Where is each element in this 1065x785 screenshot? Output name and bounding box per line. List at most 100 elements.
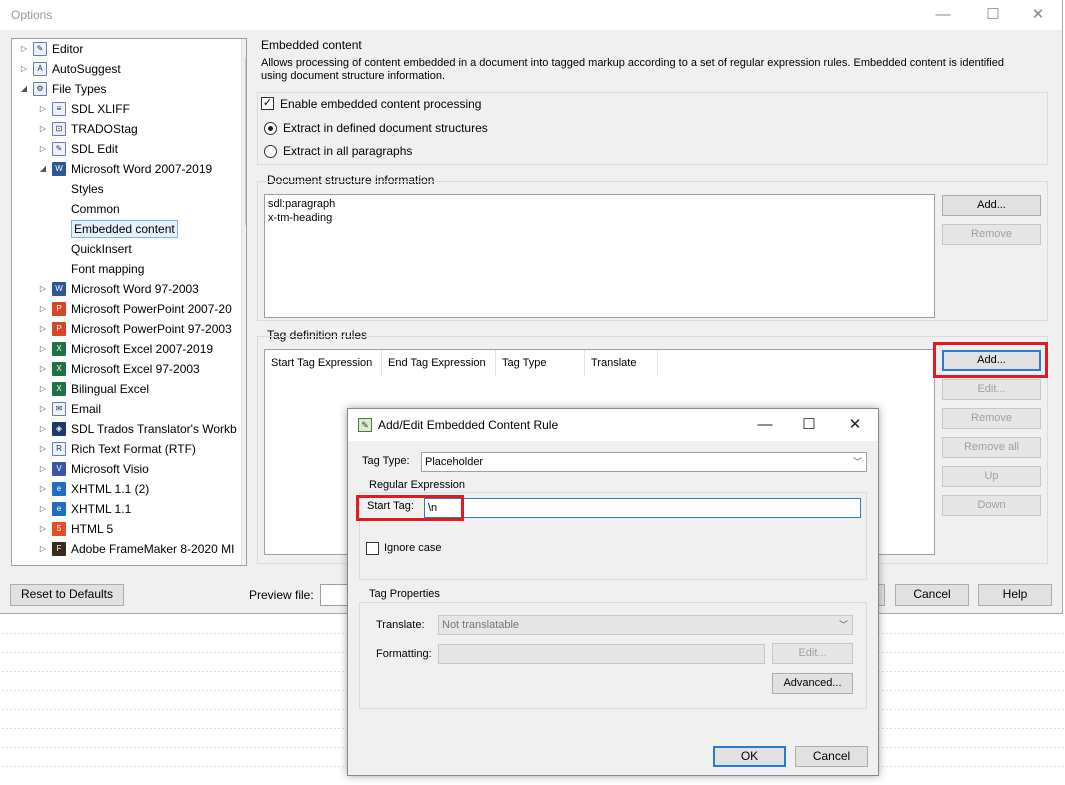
ignore-case-checkbox[interactable]: [366, 542, 379, 555]
expand-arrow-icon[interactable]: ▷: [37, 299, 49, 319]
tree-item[interactable]: ◢ W Microsoft Word 2007-2019: [12, 159, 240, 179]
expand-arrow-icon[interactable]: ▷: [37, 279, 49, 299]
expand-arrow-icon[interactable]: ▷: [18, 59, 30, 79]
expand-arrow-icon[interactable]: ▷: [37, 339, 49, 359]
tree-item[interactable]: ▷ ✉ Email: [12, 399, 240, 419]
expand-arrow-icon[interactable]: ▷: [37, 399, 49, 419]
tree-item[interactable]: ▷ X Microsoft Excel 2007-2019: [12, 339, 240, 359]
tree-item-label: SDL Trados Translator's Workb: [71, 422, 237, 436]
expand-arrow-icon[interactable]: ▷: [37, 319, 49, 339]
tag-type-select[interactable]: Placeholder ﹀: [421, 452, 867, 472]
expand-arrow-icon[interactable]: ▷: [37, 119, 49, 139]
tree-item[interactable]: ▷ ✎ Editor: [12, 39, 240, 59]
formatting-edit-button[interactable]: Edit...: [772, 643, 853, 664]
expand-arrow-icon[interactable]: ▷: [37, 459, 49, 479]
expand-arrow-icon[interactable]: ▷: [37, 99, 49, 119]
dialog-close-icon[interactable]: ✕: [844, 414, 866, 436]
start-tag-input[interactable]: \n: [424, 498, 861, 518]
tree-item[interactable]: ▷ e XHTML 1.1: [12, 499, 240, 519]
tag-remove-all-button[interactable]: Remove all: [942, 437, 1041, 458]
tree-item[interactable]: ▷ ≡ SDL XLIFF: [12, 99, 240, 119]
options-cancel-button[interactable]: Cancel: [895, 584, 969, 606]
tree-item[interactable]: ▷ ✎ SDL Edit: [12, 139, 240, 159]
tree-item[interactable]: ▷ A AutoSuggest: [12, 59, 240, 79]
enable-embedded-checkbox[interactable]: ✓: [261, 97, 274, 110]
preview-file-label: Preview file:: [249, 588, 314, 602]
expand-arrow-icon[interactable]: ▷: [37, 359, 49, 379]
collapse-arrow-icon[interactable]: ◢: [18, 79, 30, 99]
tree-item[interactable]: QuickInsert: [12, 239, 240, 259]
options-help-button[interactable]: Help: [978, 584, 1052, 606]
col-translate[interactable]: Translate: [585, 350, 658, 376]
radio-all-paragraphs[interactable]: [264, 145, 277, 158]
tree-item[interactable]: ▷ e XHTML 1.1 (2): [12, 479, 240, 499]
tree-item[interactable]: ▷ P Microsoft PowerPoint 2007-20: [12, 299, 240, 319]
close-icon[interactable]: ✕: [1027, 4, 1049, 26]
tag-remove-button[interactable]: Remove: [942, 408, 1041, 429]
tree-item[interactable]: ▷ 5 HTML 5: [12, 519, 240, 539]
tree-item[interactable]: ▷ ⊡ TRADOStag: [12, 119, 240, 139]
tag-up-button[interactable]: Up: [942, 466, 1041, 487]
tree-item[interactable]: ▷ X Bilingual Excel: [12, 379, 240, 399]
tag-edit-button[interactable]: Edit...: [942, 379, 1041, 400]
scroll-up-icon[interactable]: ▲: [242, 39, 246, 55]
tag-down-button[interactable]: Down: [942, 495, 1041, 516]
options-tree[interactable]: ▷ ✎ Editor ▷ A AutoSuggest ◢ ⚙ File Types ▷ ≡ SDL X…: [11, 38, 247, 566]
expand-arrow-icon[interactable]: ▷: [37, 539, 49, 559]
doc-structure-item[interactable]: x-tm-heading: [268, 211, 931, 225]
radio-defined-structures[interactable]: [264, 122, 277, 135]
ignore-case-label: Ignore case: [384, 542, 442, 554]
tree-scrollbar[interactable]: ▲ ▼: [241, 39, 246, 565]
col-end-tag[interactable]: End Tag Expression: [382, 350, 496, 376]
col-start-tag[interactable]: Start Tag Expression: [265, 350, 382, 376]
tree-item[interactable]: ▷ V Microsoft Visio: [12, 459, 240, 479]
collapse-arrow-icon[interactable]: ◢: [37, 159, 49, 179]
dialog-ok-button[interactable]: OK: [713, 746, 786, 767]
doc-remove-button[interactable]: Remove: [942, 224, 1041, 245]
tree-item[interactable]: ◢ ⚙ File Types: [12, 79, 240, 99]
tree-item[interactable]: ▷ X Microsoft Excel 97-2003: [12, 359, 240, 379]
expand-arrow-icon[interactable]: ▷: [37, 479, 49, 499]
expand-arrow-icon[interactable]: ▷: [37, 519, 49, 539]
doc-add-button[interactable]: Add...: [942, 195, 1041, 216]
dialog-maximize-icon[interactable]: ☐: [798, 414, 820, 436]
tree-item[interactable]: ▷ W Microsoft Word 97-2003: [12, 279, 240, 299]
expand-arrow-icon[interactable]: ▷: [18, 39, 30, 59]
tree-item[interactable]: ▷ ◈ SDL Trados Translator's Workb: [12, 419, 240, 439]
embedded-description: Allows processing of content embedded in…: [261, 57, 1004, 82]
formatting-input[interactable]: [438, 644, 765, 664]
expand-arrow-icon[interactable]: ▷: [37, 379, 49, 399]
dialog-minimize-icon[interactable]: —: [754, 414, 776, 436]
tree-item[interactable]: Styles: [12, 179, 240, 199]
minimize-icon[interactable]: —: [932, 4, 954, 26]
expand-arrow-icon[interactable]: ▷: [37, 499, 49, 519]
tree-item[interactable]: Embedded content: [12, 219, 240, 239]
email-icon: ✉: [52, 402, 66, 416]
tree-item-label: SDL Edit: [71, 142, 118, 156]
scroll-thumb[interactable]: [245, 57, 246, 225]
translate-select[interactable]: Not translatable ﹀: [438, 615, 853, 635]
tree-item-label: XHTML 1.1: [71, 502, 132, 516]
tree-item[interactable]: ▷ P Microsoft PowerPoint 97-2003: [12, 319, 240, 339]
formatting-label: Formatting:: [376, 648, 432, 660]
scroll-down-icon[interactable]: ▼: [242, 550, 246, 565]
expand-arrow-icon[interactable]: ▷: [37, 419, 49, 439]
maximize-icon[interactable]: ☐: [982, 4, 1004, 26]
tree-item-label: Font mapping: [71, 262, 145, 276]
advanced-button[interactable]: Advanced...: [772, 673, 853, 694]
dialog-cancel-button[interactable]: Cancel: [795, 746, 868, 767]
tree-item[interactable]: Font mapping: [12, 259, 240, 279]
tree-item-label: AutoSuggest: [52, 62, 121, 76]
tree-item[interactable]: ▷ R Rich Text Format (RTF): [12, 439, 240, 459]
tree-item[interactable]: Common: [12, 199, 240, 219]
tree-item[interactable]: ▷ F Adobe FrameMaker 8-2020 MI: [12, 539, 240, 559]
reset-defaults-button[interactable]: Reset to Defaults: [10, 584, 124, 606]
col-tag-type[interactable]: Tag Type: [496, 350, 585, 376]
expand-arrow-icon[interactable]: ▷: [37, 139, 49, 159]
doc-structure-list[interactable]: sdl:paragraph x-tm-heading: [264, 194, 935, 318]
expand-arrow-icon[interactable]: ▷: [37, 439, 49, 459]
tree-item-label: SDL XLIFF: [71, 102, 130, 116]
doc-structure-item[interactable]: sdl:paragraph: [268, 197, 931, 211]
excel-icon: X: [52, 362, 66, 376]
tree-item-label: Styles: [71, 182, 104, 196]
